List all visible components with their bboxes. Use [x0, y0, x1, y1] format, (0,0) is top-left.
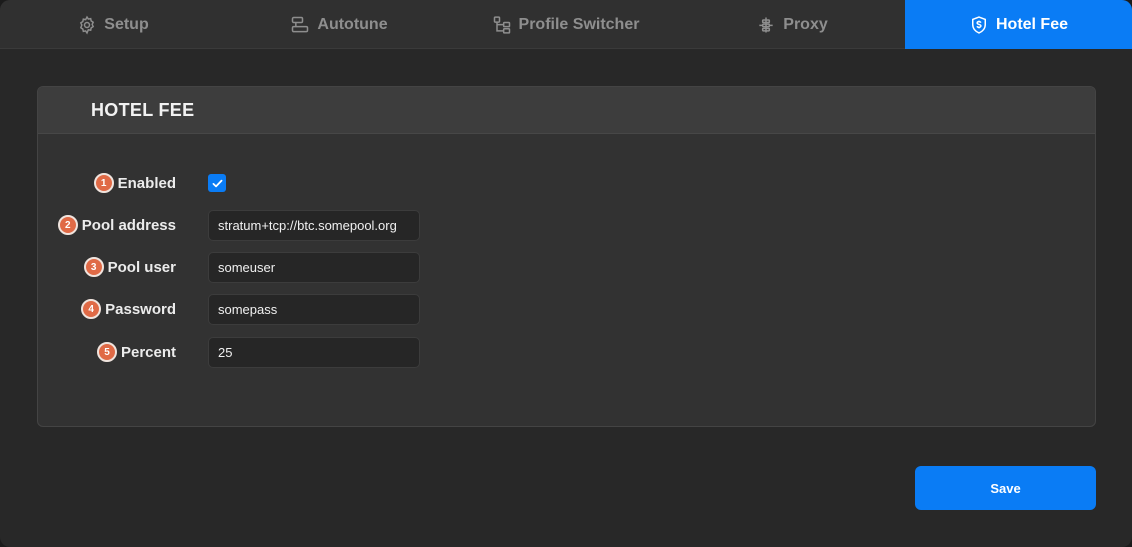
percent-label: Percent: [120, 343, 176, 361]
tab-hotel-fee[interactable]: Hotel Fee: [905, 0, 1132, 49]
password-row: 4 Password: [38, 293, 1095, 325]
percent-input[interactable]: [208, 337, 420, 368]
tab-autotune-label: Autotune: [317, 15, 388, 33]
profile-switcher-icon: [493, 15, 510, 34]
pool-user-row: 3 Pool user: [38, 251, 1095, 283]
checkmark-icon: [212, 179, 222, 187]
panel-header: HOTEL FEE: [38, 87, 1095, 134]
step-badge-1: 1: [93, 173, 114, 193]
step-badge-4: 4: [81, 299, 102, 319]
tab-profile-switcher[interactable]: Profile Switcher: [452, 0, 679, 49]
proxy-icon: [759, 17, 773, 32]
percent-row: 5 Percent: [38, 336, 1095, 368]
enabled-checkbox[interactable]: [208, 174, 226, 192]
tab-profile-switcher-label: Profile Switcher: [518, 15, 640, 33]
save-button[interactable]: Save: [915, 466, 1096, 510]
tab-autotune[interactable]: Autotune: [226, 0, 452, 49]
tab-bar: Setup Autotune Profile Switcher Proxy Ho…: [0, 0, 1132, 49]
step-badge-3: 3: [83, 257, 104, 277]
enabled-row: 1 Enabled: [38, 167, 1095, 199]
tab-setup[interactable]: Setup: [0, 0, 226, 49]
pool-address-input[interactable]: [208, 210, 420, 241]
password-label-wrap: 4 Password: [81, 293, 176, 325]
step-badge-2: 2: [57, 215, 78, 235]
gear-icon: [80, 15, 95, 34]
pool-user-label-wrap: 3 Pool user: [83, 251, 176, 283]
pool-user-label: Pool user: [107, 258, 176, 276]
tab-hotel-fee-label: Hotel Fee: [995, 15, 1068, 33]
step-badge-5: 5: [96, 342, 117, 362]
enabled-label-wrap: 1 Enabled: [93, 167, 176, 199]
pool-address-label-wrap: 2 Pool address: [57, 209, 176, 241]
enabled-label: Enabled: [117, 174, 176, 192]
tab-proxy[interactable]: Proxy: [679, 0, 905, 49]
password-input[interactable]: [208, 294, 420, 325]
password-label: Password: [105, 300, 176, 318]
panel-title: HOTEL FEE: [91, 99, 195, 120]
tab-setup-label: Setup: [104, 15, 149, 33]
autotune-icon: [292, 16, 309, 32]
tab-proxy-label: Proxy: [783, 15, 828, 33]
pool-address-row: 2 Pool address: [38, 209, 1095, 241]
app-window: Setup Autotune Profile Switcher Proxy Ho…: [0, 0, 1132, 547]
percent-label-wrap: 5 Percent: [96, 336, 176, 368]
pool-address-label: Pool address: [81, 216, 176, 234]
shield-dollar-icon: [971, 15, 986, 34]
pool-user-input[interactable]: [208, 252, 420, 283]
hotel-fee-panel: HOTEL FEE 1 Enabled 2 Pool address strat…: [37, 86, 1096, 427]
